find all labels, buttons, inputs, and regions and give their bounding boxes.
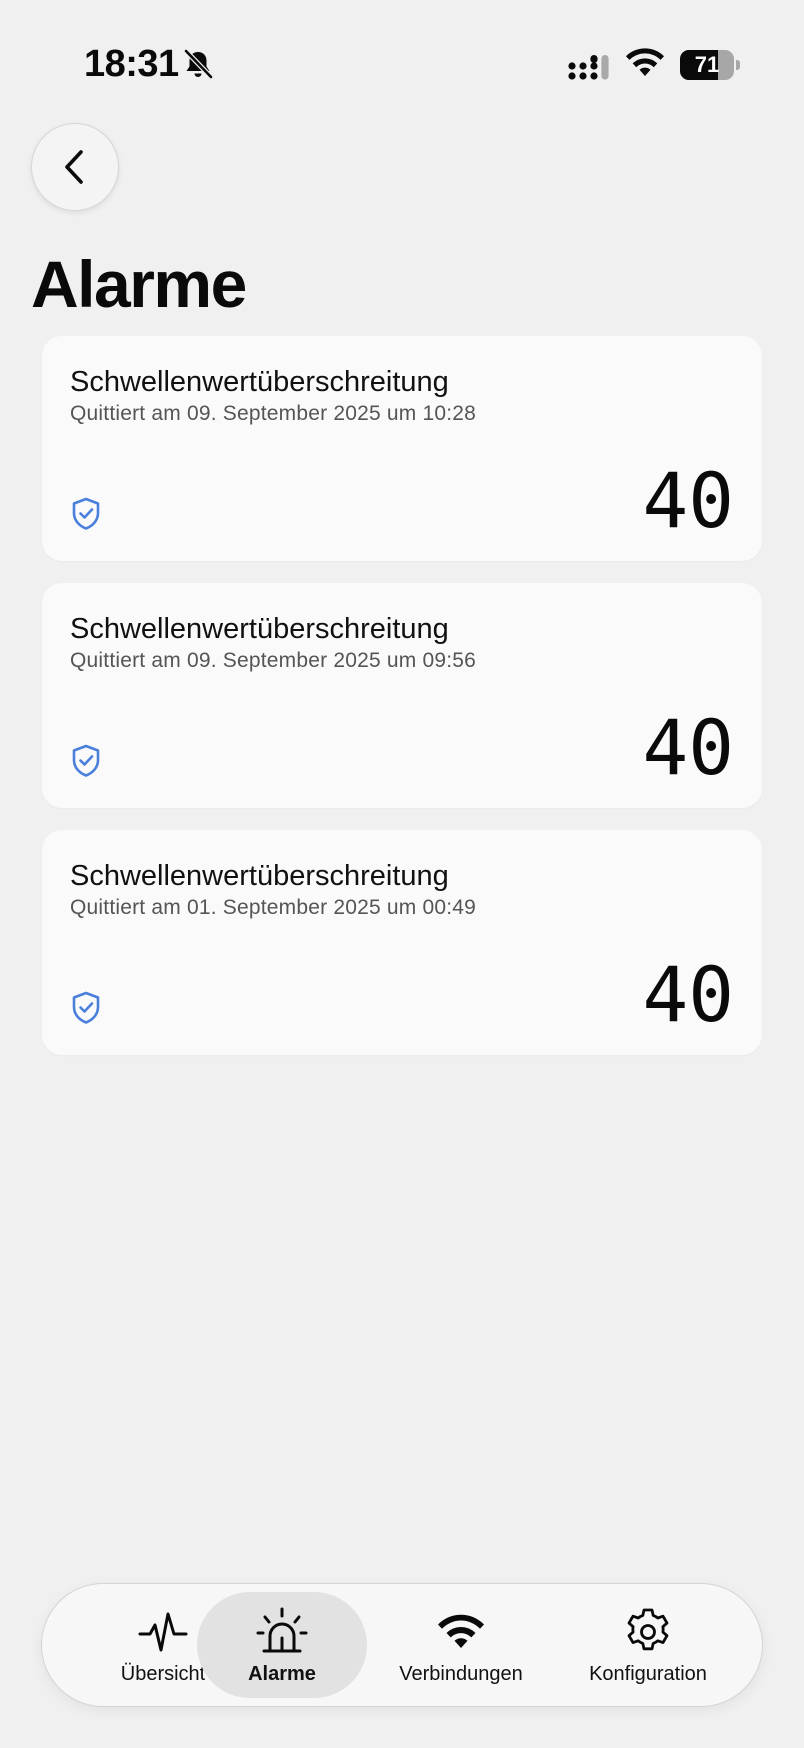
battery-level: 71 [694, 52, 720, 77]
gear-icon [627, 1608, 669, 1651]
shield-check-icon [72, 991, 100, 1024]
wifi-status-icon [626, 48, 664, 76]
siren-icon [256, 1607, 308, 1653]
page-title: Alarme [31, 247, 247, 321]
alarm-value: 40 [642, 703, 734, 792]
tab-label: Verbindungen [399, 1663, 523, 1685]
cellular-signal-icon [568, 55, 609, 80]
alarm-title: Schwellenwertüberschreitung [70, 860, 449, 892]
alarm-title: Schwellenwertüberschreitung [70, 613, 449, 645]
bell-off-icon [184, 49, 213, 79]
tab-label: Alarme [248, 1663, 316, 1685]
alarm-subtitle: Quittiert am 09. September 2025 um 09:56 [70, 649, 477, 672]
tab-konfiguration[interactable]: Konfiguration [564, 1592, 732, 1698]
status-time: 18:31 [84, 43, 179, 85]
pulse-icon [138, 1612, 188, 1652]
shield-check-icon [72, 497, 100, 530]
tab-bar: Übersicht Alarme Verbindungen Konfigurat… [41, 1583, 763, 1707]
status-bar: 18:31 71 [0, 0, 804, 130]
shield-check-icon [72, 744, 100, 777]
chevron-left-icon [65, 150, 83, 184]
back-button[interactable] [31, 123, 119, 211]
alarm-title: Schwellenwertüberschreitung [70, 366, 449, 398]
tab-label: Konfiguration [589, 1663, 707, 1685]
alarm-card[interactable]: Schwellenwertüberschreitung Quittiert am… [42, 336, 762, 561]
alarm-value: 40 [642, 456, 734, 545]
alarm-subtitle: Quittiert am 01. September 2025 um 00:49 [70, 896, 477, 919]
alarm-list: Schwellenwertüberschreitung Quittiert am… [42, 336, 762, 1077]
alarm-card[interactable]: Schwellenwertüberschreitung Quittiert am… [42, 830, 762, 1055]
tab-verbindungen[interactable]: Verbindungen [372, 1592, 550, 1698]
wifi-icon [438, 1614, 484, 1648]
alarm-card[interactable]: Schwellenwertüberschreitung Quittiert am… [42, 583, 762, 808]
battery-indicator: 71 [680, 50, 740, 80]
tab-alarme[interactable]: Alarme [197, 1592, 367, 1698]
alarm-subtitle: Quittiert am 09. September 2025 um 10:28 [70, 402, 477, 425]
alarm-value: 40 [642, 950, 734, 1039]
